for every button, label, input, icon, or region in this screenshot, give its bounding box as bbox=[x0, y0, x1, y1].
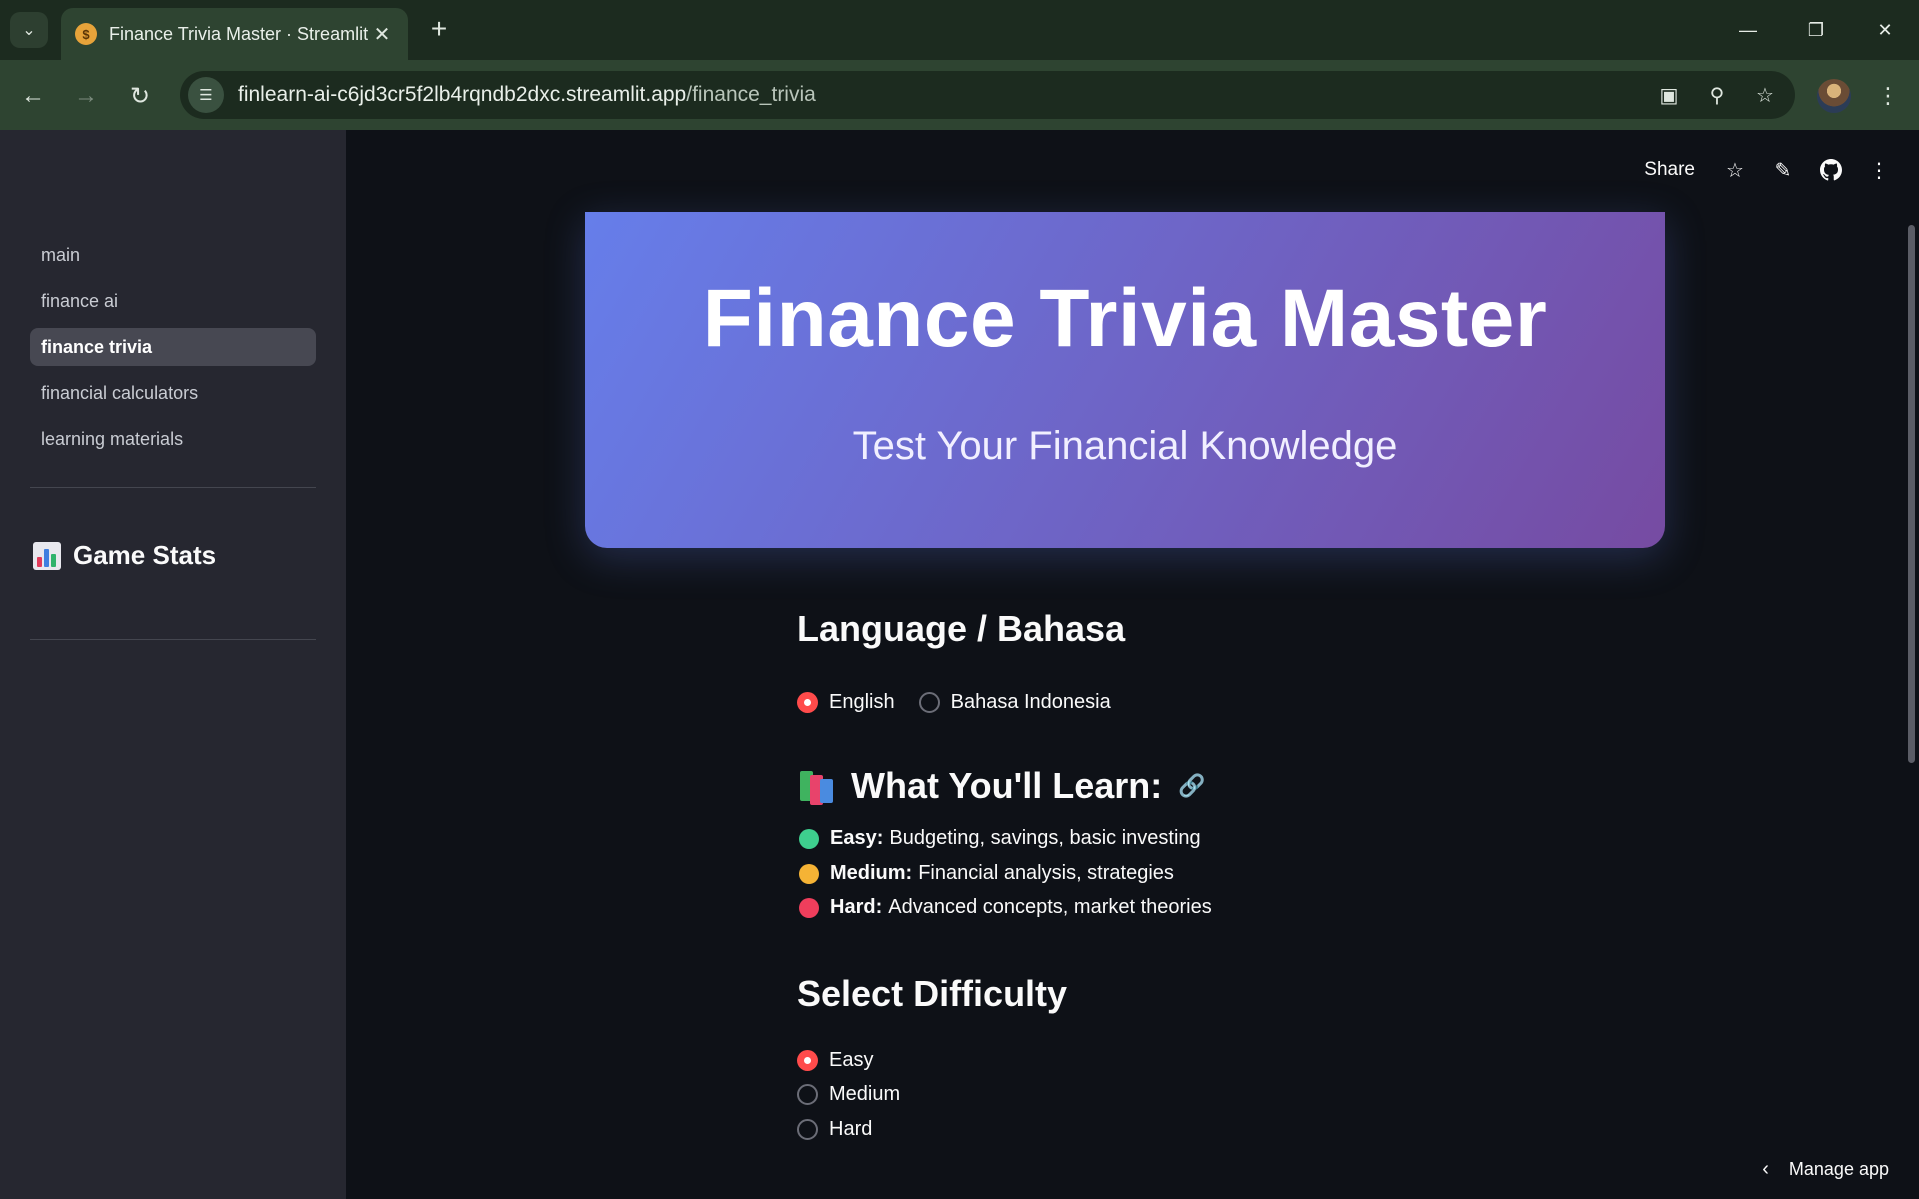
sidebar: main finance ai finance trivia financial… bbox=[0, 130, 346, 1199]
browser-tab[interactable]: $ Finance Trivia Master · Streamlit ✕ bbox=[61, 8, 408, 60]
difficulty-option-hard[interactable]: Hard bbox=[797, 1118, 872, 1141]
bookmark-star-icon[interactable]: ☆ bbox=[1747, 77, 1783, 113]
manage-app-label: Manage app bbox=[1788, 1159, 1889, 1179]
learn-item-text: Budgeting, savings, basic investing bbox=[889, 827, 1201, 849]
yellow-circle-icon bbox=[799, 863, 819, 884]
difficulty-option-easy[interactable]: Easy bbox=[797, 1049, 873, 1072]
url-path: /finance_trivia bbox=[686, 83, 816, 106]
game-stats-heading: Game Stats bbox=[33, 540, 216, 571]
game-stats-title: Game Stats bbox=[73, 540, 217, 570]
sidebar-item-finance-trivia[interactable]: finance trivia bbox=[30, 328, 316, 366]
zoom-icon[interactable]: ⚲ bbox=[1699, 77, 1735, 113]
language-heading: Language / Bahasa bbox=[797, 608, 1126, 649]
radio-label: Hard bbox=[829, 1118, 873, 1140]
tab-title: Finance Trivia Master · Streamlit bbox=[109, 23, 369, 44]
app-menu-icon[interactable]: ⋮ bbox=[1861, 152, 1897, 188]
sidebar-divider bbox=[30, 639, 316, 640]
difficulty-heading: Select Difficulty bbox=[797, 973, 1068, 1014]
forward-icon[interactable]: → bbox=[68, 78, 104, 114]
learn-heading: What You'll Learn: 🔗 bbox=[797, 765, 1206, 807]
sidebar-divider bbox=[30, 487, 316, 488]
radio-label: Bahasa Indonesia bbox=[950, 691, 1111, 713]
hero-subtitle: Test Your Financial Knowledge bbox=[852, 424, 1398, 468]
radio-selected-icon bbox=[797, 1050, 818, 1071]
radio-label: Easy bbox=[829, 1049, 874, 1071]
radio-label: Medium bbox=[829, 1083, 901, 1105]
radio-label: English bbox=[829, 691, 895, 713]
manage-app-button[interactable]: ‹ Manage app bbox=[1762, 1158, 1889, 1181]
learn-item-hard: Hard: Advanced concepts, market theories bbox=[799, 896, 1212, 919]
new-tab-button[interactable]: + bbox=[425, 14, 453, 46]
share-button[interactable]: Share bbox=[1644, 159, 1695, 181]
sidebar-item-learning-materials[interactable]: learning materials bbox=[30, 420, 316, 458]
learn-item-easy: Easy: Budgeting, savings, basic investin… bbox=[799, 827, 1201, 850]
chevron-left-icon: ‹ bbox=[1762, 1158, 1769, 1180]
learn-item-level: Medium: bbox=[830, 862, 913, 884]
reload-icon[interactable]: ↻ bbox=[122, 78, 158, 114]
app-header-actions: Share ☆ ✎ ⋮ bbox=[1644, 150, 1919, 190]
profile-avatar[interactable] bbox=[1817, 79, 1851, 113]
learn-heading-text: What You'll Learn: bbox=[851, 765, 1163, 806]
learn-item-medium: Medium: Financial analysis, strategies bbox=[799, 862, 1174, 885]
difficulty-option-medium[interactable]: Medium bbox=[797, 1083, 900, 1106]
main-content: Share ☆ ✎ ⋮ Finance Trivia Master Test Y… bbox=[346, 130, 1919, 1199]
browser-tab-bar: ⌄ $ Finance Trivia Master · Streamlit ✕ … bbox=[0, 0, 1919, 60]
address-bar[interactable]: ☰ finlearn-ai-c6jd3cr5f2lb4rqndb2dxc.str… bbox=[180, 71, 1795, 119]
url-text[interactable]: finlearn-ai-c6jd3cr5f2lb4rqndb2dxc.strea… bbox=[238, 83, 1651, 107]
radio-selected-icon bbox=[797, 692, 818, 713]
scrollbar[interactable] bbox=[1908, 225, 1915, 763]
minimize-icon[interactable]: — bbox=[1725, 12, 1771, 48]
hero-title: Finance Trivia Master bbox=[702, 273, 1548, 364]
close-tab-icon[interactable]: ✕ bbox=[370, 22, 394, 47]
language-radio-group: English Bahasa Indonesia bbox=[797, 691, 1135, 714]
browser-toolbar: ← → ↻ ☰ finlearn-ai-c6jd3cr5f2lb4rqndb2d… bbox=[0, 60, 1919, 130]
radio-unselected-icon bbox=[797, 1084, 818, 1105]
site-info-icon[interactable]: ☰ bbox=[188, 77, 224, 113]
sidebar-item-financial-calculators[interactable]: financial calculators bbox=[30, 374, 316, 412]
star-icon[interactable]: ☆ bbox=[1717, 152, 1753, 188]
learn-item-text: Financial analysis, strategies bbox=[918, 862, 1174, 884]
bar-chart-icon bbox=[33, 541, 61, 570]
back-icon[interactable]: ← bbox=[15, 78, 51, 114]
radio-unselected-icon bbox=[918, 692, 940, 713]
learn-item-text: Advanced concepts, market theories bbox=[888, 896, 1212, 918]
red-circle-icon bbox=[799, 897, 819, 918]
books-icon bbox=[797, 769, 837, 805]
learn-item-level: Easy: bbox=[830, 827, 884, 849]
close-window-icon[interactable]: ✕ bbox=[1862, 12, 1908, 48]
github-icon[interactable] bbox=[1813, 152, 1849, 188]
sidebar-item-finance-ai[interactable]: finance ai bbox=[30, 282, 316, 320]
sidebar-item-main[interactable]: main bbox=[30, 236, 316, 274]
money-bag-icon: $ bbox=[75, 23, 97, 45]
install-app-icon[interactable]: ▣ bbox=[1651, 77, 1687, 113]
restore-icon[interactable]: ❐ bbox=[1793, 12, 1839, 48]
language-option-bahasa-indonesia[interactable]: Bahasa Indonesia bbox=[918, 691, 1111, 714]
learn-item-level: Hard: bbox=[830, 896, 883, 918]
radio-unselected-icon bbox=[797, 1119, 818, 1140]
language-option-english[interactable]: English bbox=[797, 691, 895, 714]
green-circle-icon bbox=[799, 828, 819, 849]
edit-pencil-icon[interactable]: ✎ bbox=[1765, 152, 1801, 188]
hero-banner: Finance Trivia Master Test Your Financia… bbox=[585, 212, 1665, 548]
anchor-link-icon[interactable]: 🔗 bbox=[1178, 773, 1205, 799]
tab-search-button[interactable]: ⌄ bbox=[10, 12, 48, 48]
url-host: finlearn-ai-c6jd3cr5f2lb4rqndb2dxc.strea… bbox=[238, 83, 687, 106]
chevron-down-icon: ⌄ bbox=[22, 22, 36, 39]
browser-menu-icon[interactable]: ⋮ bbox=[1870, 78, 1906, 114]
